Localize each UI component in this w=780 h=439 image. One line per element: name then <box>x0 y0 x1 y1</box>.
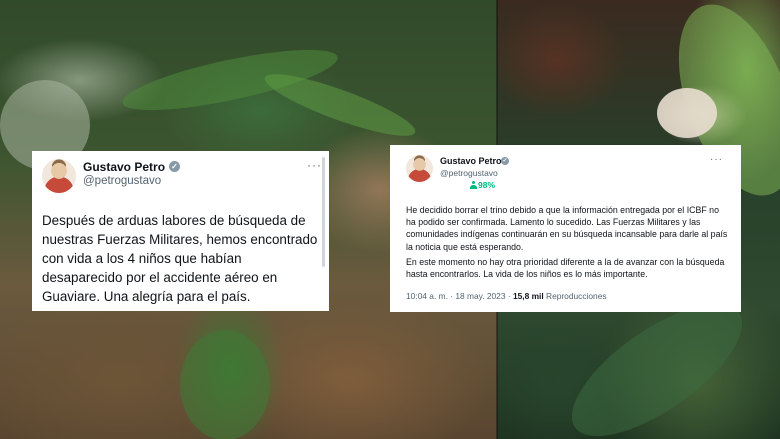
user-handle[interactable]: @petrogustavo <box>83 175 161 187</box>
tweet-card-deletion-notice[interactable]: Gustavo Petro ✓ @petrogustavo 98% ··· He… <box>390 145 741 312</box>
tweet-text: Después de arduas labores de búsqueda de… <box>42 213 318 304</box>
display-name[interactable]: Gustavo Petro <box>83 160 165 174</box>
profile-avatar[interactable] <box>42 159 76 193</box>
display-name[interactable]: Gustavo Petro <box>440 156 502 166</box>
views-label: Reproducciones <box>546 291 607 301</box>
profile-avatar[interactable] <box>406 155 433 182</box>
verified-badge-icon: ✓ <box>501 157 509 165</box>
tweet-time[interactable]: 10:04 a. m. <box>406 291 448 301</box>
tweet-paragraph-2: En este momento no hay otra prioridad di… <box>406 257 725 280</box>
more-options-icon[interactable]: ··· <box>710 154 723 165</box>
verified-badge-icon: ✓ <box>169 161 180 172</box>
more-options-icon[interactable]: ··· <box>307 158 322 172</box>
tweet-date[interactable]: 18 may. 2023 <box>455 291 505 301</box>
follower-percent: 98% <box>470 180 495 190</box>
tweet-card-original[interactable]: Gustavo Petro ✓ @petrogustavo ··· Despué… <box>32 151 329 311</box>
tweet-paragraph-1: He decidido borrar el trino debido a que… <box>406 205 728 252</box>
tweet-meta: 10:04 a. m. · 18 may. 2023 · 15,8 mil Re… <box>406 291 607 301</box>
person-icon <box>470 181 477 189</box>
views-count: 15,8 mil <box>512 291 544 301</box>
user-handle[interactable]: @petrogustavo <box>440 168 498 178</box>
